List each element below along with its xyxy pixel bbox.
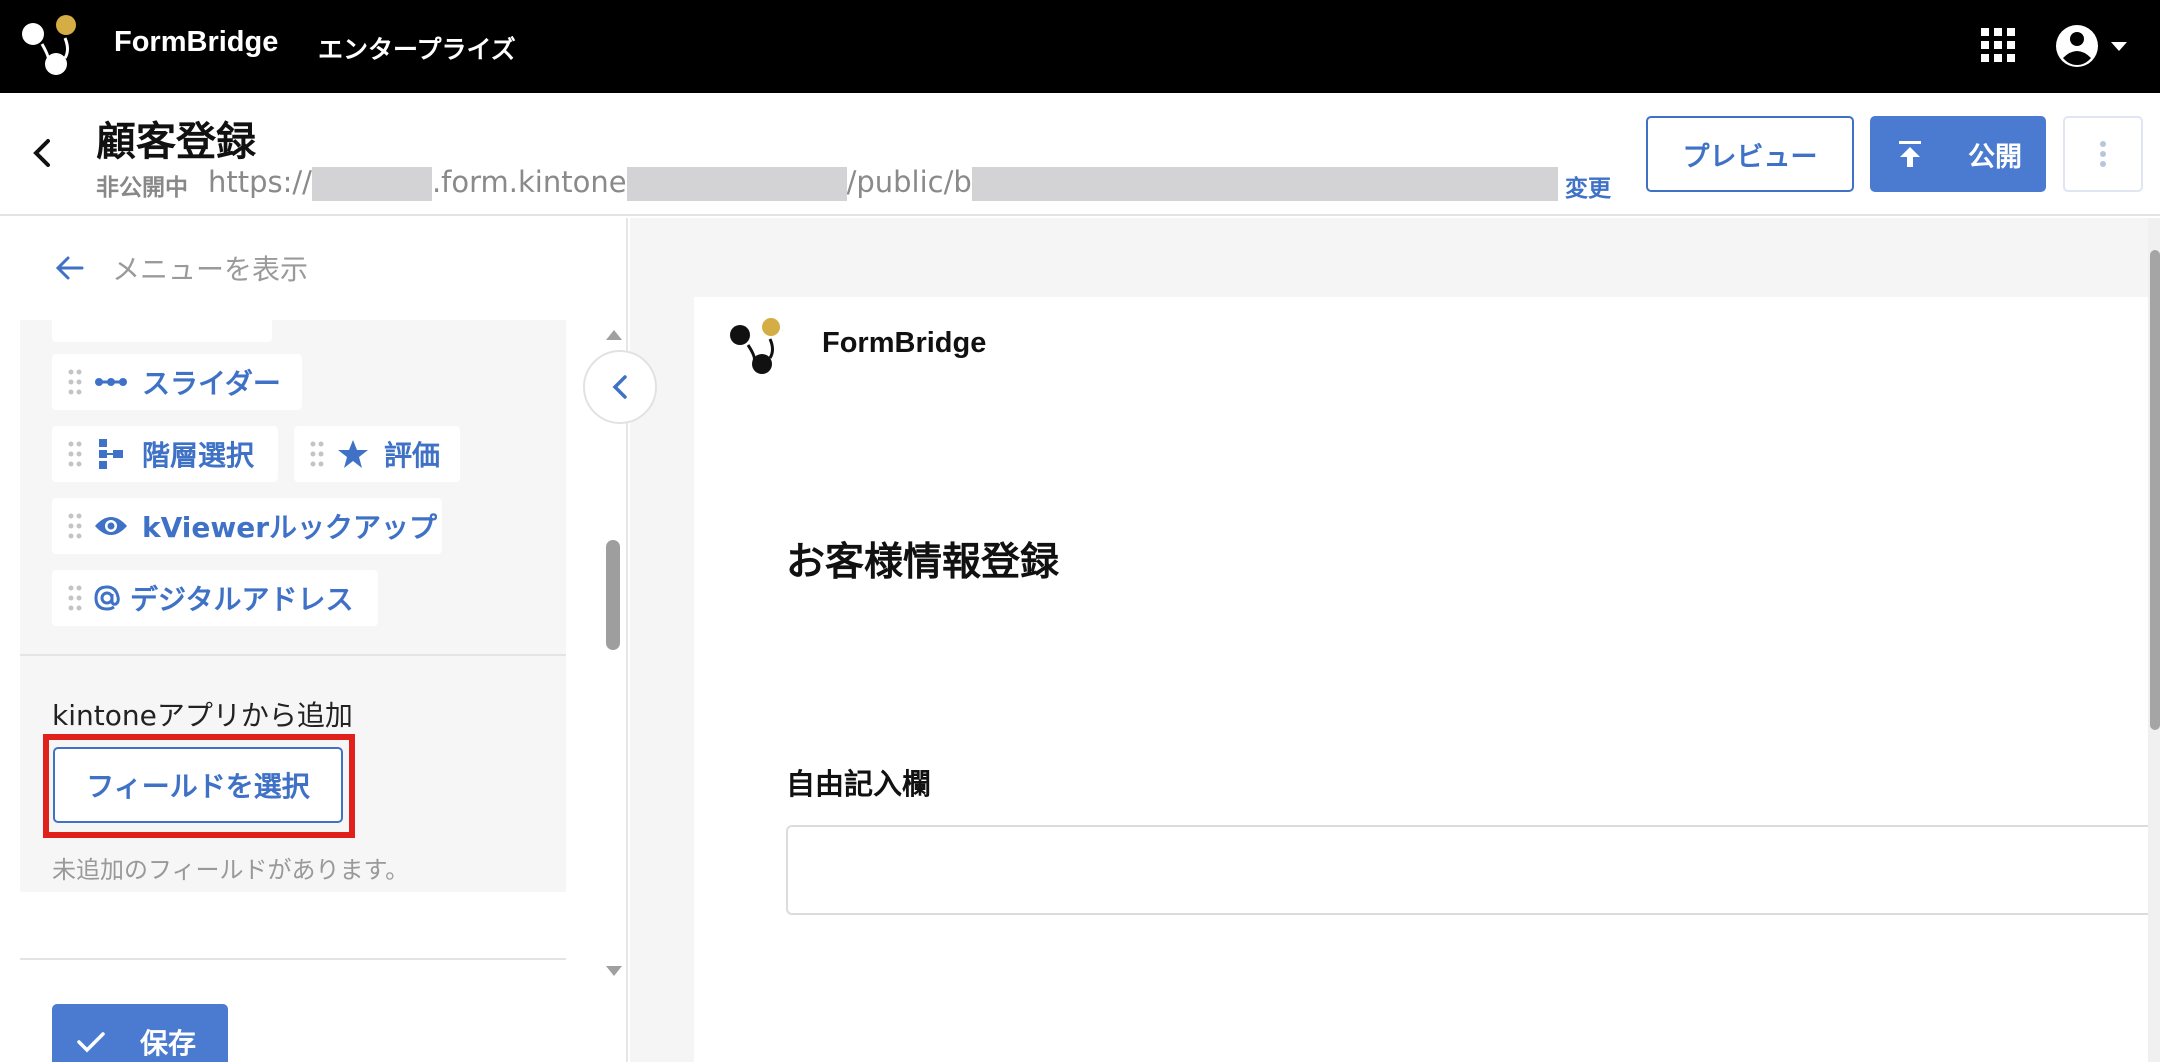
formbridge-logo-icon (730, 318, 780, 374)
collapse-panel-button[interactable] (583, 350, 657, 424)
field-chip-kviewer-lookup[interactable]: kViewerルックアップ (52, 498, 442, 554)
drag-handle-icon[interactable] (66, 512, 84, 540)
free-text-input[interactable] (786, 825, 2160, 915)
account-menu[interactable] (2055, 22, 2135, 70)
save-label: 保存 (140, 1027, 197, 1060)
publish-button[interactable]: 公開 (1870, 116, 2046, 192)
preview-scrollbar-thumb[interactable] (2150, 250, 2160, 730)
back-arrow-icon[interactable] (26, 133, 60, 173)
footer-divider (20, 958, 566, 960)
form-url[interactable]: https:// .form.kintone/public/b (208, 165, 1558, 201)
free-text-label: 自由記入欄 (786, 767, 932, 801)
formbridge-logo-icon[interactable] (20, 14, 86, 76)
form-header: 顧客登録 非公開中 https:// .form.kintone/public/b… (0, 93, 2160, 216)
highlight-annotation (43, 734, 355, 838)
field-chip-label: kViewerルックアップ (142, 511, 438, 544)
field-chip-label: スライダー (142, 367, 281, 400)
field-chip-slider[interactable]: スライダー (52, 354, 302, 410)
field-palette: スライダー 階層選択 評価 kViewerルックアップ デジタルアドレス kin… (20, 320, 566, 892)
brand-name: FormBridge (114, 26, 279, 58)
show-menu-label: メニューを表示 (112, 253, 309, 286)
slider-icon (94, 365, 128, 399)
field-chip-label: 評価 (384, 439, 441, 472)
drag-handle-icon[interactable] (66, 440, 84, 468)
url-part: .form.kintone (431, 165, 627, 199)
form-preview-card: FormBridge お客様情報登録 自由記入欄 (694, 297, 2160, 1062)
url-part: /public/b (846, 165, 972, 199)
url-prefix: https:// (208, 165, 312, 199)
publish-status-label: 非公開中 (96, 175, 188, 201)
url-redaction (311, 167, 432, 201)
check-icon (77, 1032, 105, 1053)
scroll-up-arrow-icon[interactable] (604, 328, 624, 342)
form-brand-name: FormBridge (822, 327, 987, 359)
field-chip-label: デジタルアドレス (130, 583, 354, 616)
chevron-left-icon (612, 375, 627, 399)
eye-icon (94, 509, 128, 543)
star-icon (336, 437, 370, 471)
drag-handle-icon[interactable] (308, 440, 326, 468)
drag-handle-icon[interactable] (66, 368, 84, 396)
save-button[interactable]: 保存 (52, 1004, 228, 1062)
field-chip-hierarchy[interactable]: 階層選択 (52, 426, 278, 482)
publish-label: 公開 (1968, 141, 2022, 173)
palette-scrollbar-thumb[interactable] (606, 540, 620, 650)
form-preview-area: FormBridge お客様情報登録 自由記入欄 (630, 218, 2160, 1062)
field-chip-label: 階層選択 (142, 439, 255, 472)
caret-down-icon (2111, 42, 2127, 51)
field-palette-panel: メニューを表示 スライダー 階層選択 評価 kViewerルックアップ デジタル… (0, 218, 628, 1062)
scroll-down-arrow-icon[interactable] (604, 964, 624, 978)
drag-handle-icon[interactable] (66, 584, 84, 612)
page-title: 顧客登録 (96, 119, 256, 165)
field-chip-digital-address[interactable]: デジタルアドレス (52, 570, 378, 626)
url-redaction (971, 167, 1558, 201)
form-title: お客様情報登録 (786, 540, 1060, 585)
kintone-add-label: kintoneアプリから追加 (52, 699, 353, 732)
section-divider (20, 654, 566, 656)
more-options-button[interactable] (2063, 116, 2143, 192)
at-sign-icon (94, 581, 120, 615)
unadded-fields-hint: 未追加のフィールドがあります。 (52, 856, 410, 884)
apps-grid-icon[interactable] (1980, 27, 2016, 63)
field-chip-rating[interactable]: 評価 (294, 426, 460, 482)
top-bar: FormBridge エンタープライズ (0, 0, 2160, 93)
preview-button[interactable]: プレビュー (1646, 116, 1854, 192)
url-redaction (626, 167, 847, 201)
upload-icon (1899, 141, 1921, 167)
edition-label: エンタープライズ (318, 35, 516, 64)
account-circle-icon (2056, 25, 2098, 67)
kebab-menu-icon (2100, 141, 2106, 167)
field-chip-partial[interactable] (52, 320, 272, 342)
change-url-link[interactable]: 変更 (1565, 169, 1611, 203)
hierarchy-icon (94, 437, 128, 471)
show-menu-link[interactable]: メニューを表示 (54, 248, 308, 288)
arrow-left-icon (55, 256, 84, 280)
